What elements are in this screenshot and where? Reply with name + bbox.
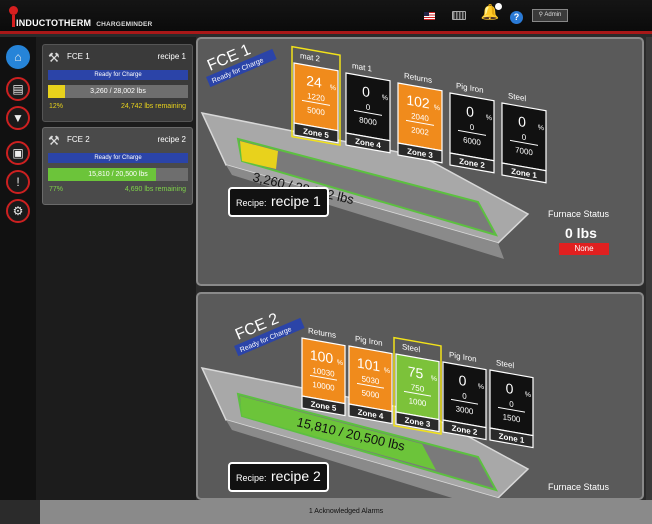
charge-percent: 12% (49, 103, 64, 110)
filter-icon[interactable]: ▼ (6, 106, 30, 130)
zone-material: Pig Iron (449, 350, 477, 364)
zone-actual: 0 (462, 391, 467, 401)
zone-material: Returns (308, 326, 336, 340)
furnace-status-label: Furnace Status (548, 482, 610, 492)
zone-column[interactable]: Steel0 %01500Zone 1 (489, 357, 534, 449)
zone-column[interactable]: Steel75 %7501000Zone 3 (393, 336, 442, 435)
zone-material: Pig Iron (355, 334, 383, 348)
chargeminder-app: INDUCTOTHERM CHARGEMINDER 🔔 ? ⚲ Admin ⌂ ▤… (0, 0, 652, 524)
zone-material: Pig Iron (456, 81, 484, 95)
zone-material: mat 1 (352, 61, 372, 74)
home-icon[interactable]: ⌂ (6, 45, 30, 69)
furnace-title-group: FCE 1 Ready for Charge (205, 41, 277, 88)
furnace-card-fce1[interactable]: ⚒ FCE 1 recipe 1 Ready for Charge 3,260 … (42, 44, 193, 122)
zone-column[interactable]: mat 10 %08000Zone 4 (345, 60, 391, 154)
furnace-name: FCE 1 (67, 52, 90, 61)
zone-actual: 0 (470, 123, 475, 133)
zone-percent: 0 (518, 113, 526, 130)
furnace-recipe: recipe 2 (157, 135, 186, 144)
gear-icon[interactable]: ⚙ (6, 199, 30, 223)
logo-dot (9, 6, 18, 15)
zone-material: Returns (404, 71, 432, 85)
scrollbar[interactable] (646, 37, 652, 500)
charge-weight: 15,810 / 20,500 lbs (88, 171, 148, 178)
charge-progress-bar: 15,810 / 20,500 lbs (48, 168, 188, 181)
zone-percent: 0 (466, 103, 474, 120)
zone-percent-unit: % (486, 114, 493, 122)
recipe-label: Recipe: (236, 198, 267, 208)
document-icon[interactable]: ▤ (6, 77, 30, 101)
furnace-status-weight: 0 lbs (565, 225, 597, 241)
report-icon[interactable]: ▣ (6, 141, 30, 165)
furnace-view-fce2[interactable]: FCE 2 Ready for Charge 15,810 / 20,500 l… (196, 292, 644, 500)
recipe-label: Recipe: (236, 473, 267, 483)
furnace-view-fce1[interactable]: FCE 1 Ready for Charge 3,260 / 28,002 lb… (196, 37, 644, 286)
alarm-bar[interactable]: 1 Acknowledged Alarms (40, 500, 652, 524)
recipe-display[interactable]: Recipe: recipe 2 (228, 462, 329, 492)
zone-percent: 0 (459, 372, 467, 389)
logo-mark (12, 15, 15, 27)
zone-column[interactable]: Pig Iron0 %06000Zone 2 (449, 80, 495, 174)
furnace-status: Ready for Charge (48, 153, 188, 163)
help-icon[interactable]: ? (510, 11, 523, 24)
furnace-card-fce2[interactable]: ⚒ FCE 2 recipe 2 Ready for Charge 15,810… (42, 127, 193, 205)
zone-material: Steel (496, 358, 514, 370)
recipe-value: recipe 2 (270, 468, 321, 484)
zone-column[interactable]: Pig Iron101 %50305000Zone 4 (348, 333, 393, 425)
charge-remaining: 24,742 lbs remaining (121, 103, 186, 110)
zone-column[interactable]: Returns102 %20402002Zone 3 (397, 70, 443, 164)
zone-column[interactable]: Returns100 %1003010000Zone 5 (301, 325, 346, 417)
charge-remaining: 4,690 lbs remaining (124, 186, 186, 193)
furnace-list: ⚒ FCE 1 recipe 1 Ready for Charge 3,260 … (36, 37, 196, 500)
user-label: Admin (544, 12, 562, 18)
product-name: CHARGEMINDER (96, 21, 153, 28)
zone-material: mat 2 (300, 51, 320, 64)
brand: INDUCTOTHERM CHARGEMINDER (16, 18, 152, 28)
zone-column[interactable]: Steel0 %07000Zone 1 (501, 90, 547, 184)
furnace-status-state: None (559, 243, 609, 255)
charge-weight: 3,260 / 28,002 lbs (90, 88, 146, 95)
top-bar: INDUCTOTHERM CHARGEMINDER 🔔 ? ⚲ Admin (0, 0, 652, 34)
charge-percent: 77% (49, 186, 64, 193)
zone-actual: 0 (509, 399, 514, 409)
zone-percent: 75 (408, 363, 424, 382)
zone-percent-unit: % (431, 375, 438, 383)
zone-percent-unit: % (434, 104, 441, 112)
brand-name: INDUCTOTHERM (16, 18, 92, 28)
zone-percent: 0 (506, 380, 514, 397)
furnace-status-label: Furnace Status (548, 209, 610, 219)
zone-percent: 0 (362, 83, 370, 100)
keyboard-icon[interactable] (452, 11, 466, 20)
left-nav: ⌂ ▤ ▼ ▣ ! ⚙ (0, 37, 36, 500)
zone-percent-unit: % (382, 94, 389, 102)
zone-percent-unit: % (478, 383, 485, 391)
recipe-value: recipe 1 (270, 193, 321, 209)
furnace-icon: ⚒ (48, 133, 60, 148)
zone-percent-unit: % (538, 124, 545, 132)
zone-material: Steel (508, 91, 526, 103)
zone-percent-unit: % (337, 359, 344, 367)
furnace-name: FCE 2 (67, 135, 90, 144)
charge-progress-bar: 3,260 / 28,002 lbs (48, 85, 188, 98)
us-flag-icon[interactable] (424, 12, 435, 20)
zone-actual: 0 (522, 133, 527, 143)
alarm-icon[interactable]: ! (6, 170, 30, 194)
furnace-title-group: FCE 2 Ready for Charge (233, 310, 305, 357)
recipe-display[interactable]: Recipe: recipe 1 (228, 187, 329, 217)
zone-percent-unit: % (384, 367, 391, 375)
furnace-status: Ready for Charge (48, 70, 188, 80)
zone-column[interactable]: Pig Iron0 %03000Zone 2 (442, 349, 487, 441)
zone-percent-unit: % (330, 84, 337, 92)
zone-material: Steel (402, 342, 420, 354)
zone-column[interactable]: mat 224 %12205000Zone 5 (291, 45, 341, 146)
furnace-recipe: recipe 1 (157, 52, 186, 61)
user-button[interactable]: ⚲ Admin (532, 9, 568, 22)
zone-percent: 24 (306, 72, 322, 91)
furnace-icon: ⚒ (48, 50, 60, 65)
zone-percent-unit: % (525, 391, 532, 399)
notification-badge (495, 3, 502, 10)
zone-actual: 0 (366, 103, 371, 113)
